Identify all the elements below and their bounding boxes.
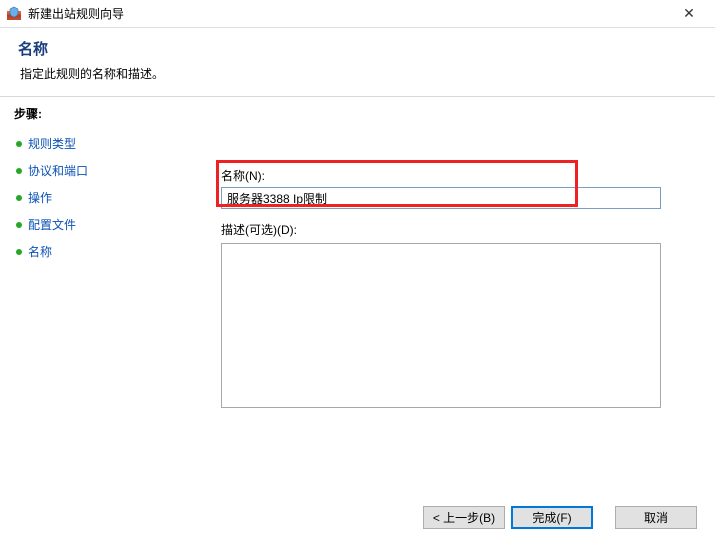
header-section: 名称 指定此规则的名称和描述。	[0, 28, 715, 97]
sidebar-item-label: 配置文件	[28, 216, 76, 233]
main-panel: 名称(N): 描述(可选)(D):	[201, 97, 715, 492]
footer-buttons: < 上一步(B) 完成(F) 取消	[423, 506, 697, 529]
titlebar: 新建出站规则向导 ✕	[0, 0, 715, 28]
body-area: 步骤: 规则类型 协议和端口 操作 配置文件 名称 名称(N):	[0, 97, 715, 493]
sidebar-item-profile[interactable]: 配置文件	[14, 211, 186, 238]
titlebar-left: 新建出站规则向导	[6, 5, 124, 22]
desc-textarea[interactable]	[221, 243, 661, 408]
steps-heading: 步骤:	[14, 105, 186, 122]
bullet-icon	[16, 222, 22, 228]
sidebar-item-name[interactable]: 名称	[14, 238, 186, 265]
sidebar-item-label: 规则类型	[28, 135, 76, 152]
name-field-group: 名称(N):	[221, 167, 687, 209]
firewall-icon	[6, 6, 22, 22]
name-label: 名称(N):	[221, 167, 687, 184]
page-title: 名称	[18, 38, 697, 59]
sidebar-item-ruletype[interactable]: 规则类型	[14, 130, 186, 157]
sidebar: 步骤: 规则类型 协议和端口 操作 配置文件 名称	[0, 97, 200, 492]
bullet-icon	[16, 195, 22, 201]
close-button[interactable]: ✕	[669, 0, 709, 27]
sidebar-item-protocol[interactable]: 协议和端口	[14, 157, 186, 184]
cancel-button[interactable]: 取消	[615, 506, 697, 529]
close-icon: ✕	[683, 5, 695, 22]
sidebar-item-label: 协议和端口	[28, 162, 88, 179]
page-subtitle: 指定此规则的名称和描述。	[18, 65, 697, 82]
name-input[interactable]	[221, 187, 661, 209]
sidebar-item-action[interactable]: 操作	[14, 184, 186, 211]
desc-field-group: 描述(可选)(D):	[221, 221, 687, 411]
sidebar-item-label: 操作	[28, 189, 52, 206]
finish-button[interactable]: 完成(F)	[511, 506, 593, 529]
spacer	[599, 506, 609, 529]
sidebar-item-label: 名称	[28, 243, 52, 260]
bullet-icon	[16, 141, 22, 147]
bullet-icon	[16, 249, 22, 255]
back-button[interactable]: < 上一步(B)	[423, 506, 505, 529]
bullet-icon	[16, 168, 22, 174]
window-title: 新建出站规则向导	[28, 5, 124, 22]
desc-label: 描述(可选)(D):	[221, 221, 687, 238]
